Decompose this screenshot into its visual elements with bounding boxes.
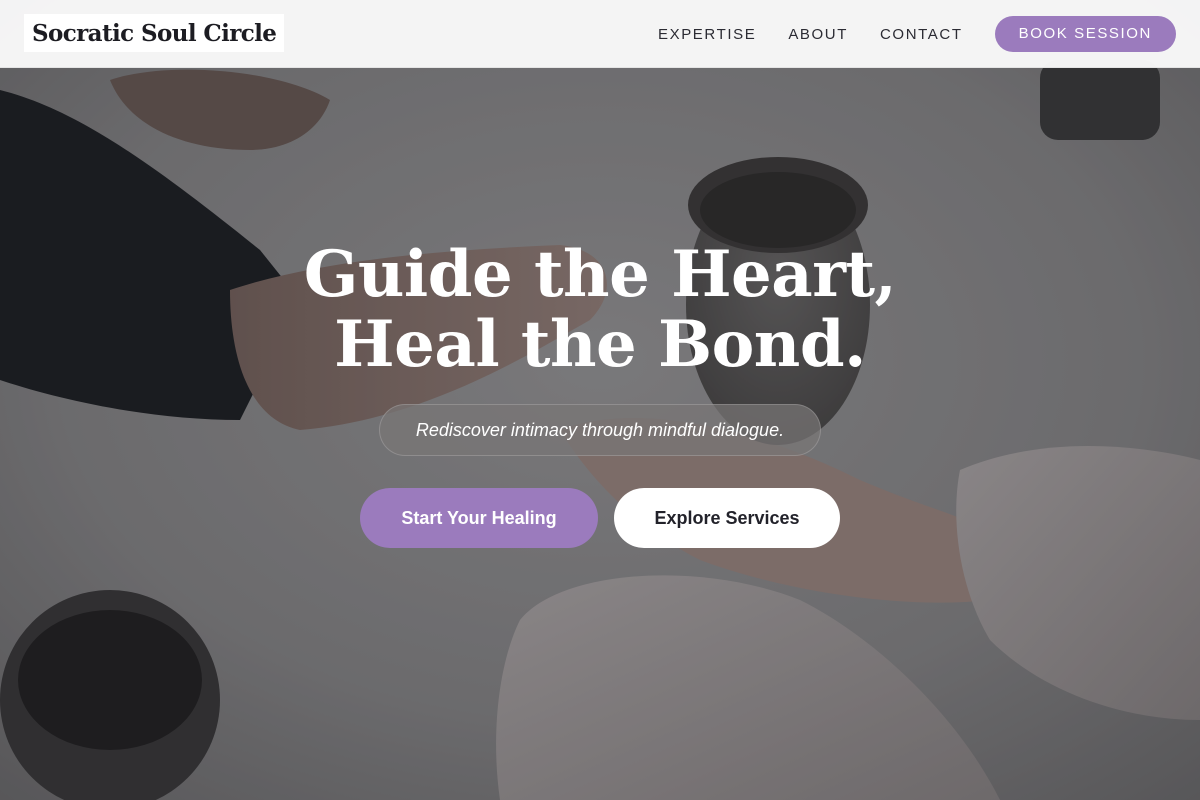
landing-page: Socratic Soul Circle EXPERTISE ABOUT CON…: [0, 0, 1200, 800]
nav-link-contact[interactable]: CONTACT: [880, 26, 963, 43]
nav-link-about[interactable]: ABOUT: [788, 26, 848, 43]
cta-row: Start Your Healing Explore Services: [0, 488, 1200, 548]
explore-services-button[interactable]: Explore Services: [614, 488, 840, 548]
book-session-button[interactable]: BOOK SESSION: [994, 16, 1176, 52]
site-header: Socratic Soul Circle EXPERTISE ABOUT CON…: [0, 0, 1200, 68]
hero-tagline: Rediscover intimacy through mindful dial…: [379, 404, 821, 456]
start-healing-button[interactable]: Start Your Healing: [360, 488, 598, 548]
hero-section: Guide the Heart, Heal the Bond. Rediscov…: [0, 240, 1200, 548]
hero-title: Guide the Heart, Heal the Bond.: [150, 240, 1050, 380]
brand-logo[interactable]: Socratic Soul Circle: [24, 14, 285, 52]
nav-link-expertise[interactable]: EXPERTISE: [658, 26, 756, 43]
tagline-container: Rediscover intimacy through mindful dial…: [379, 404, 821, 456]
hero-title-line-1: Guide the Heart,: [303, 237, 897, 312]
hero-title-line-2: Heal the Bond.: [334, 307, 866, 382]
main-nav: EXPERTISE ABOUT CONTACT BOOK SESSION: [658, 16, 1176, 52]
